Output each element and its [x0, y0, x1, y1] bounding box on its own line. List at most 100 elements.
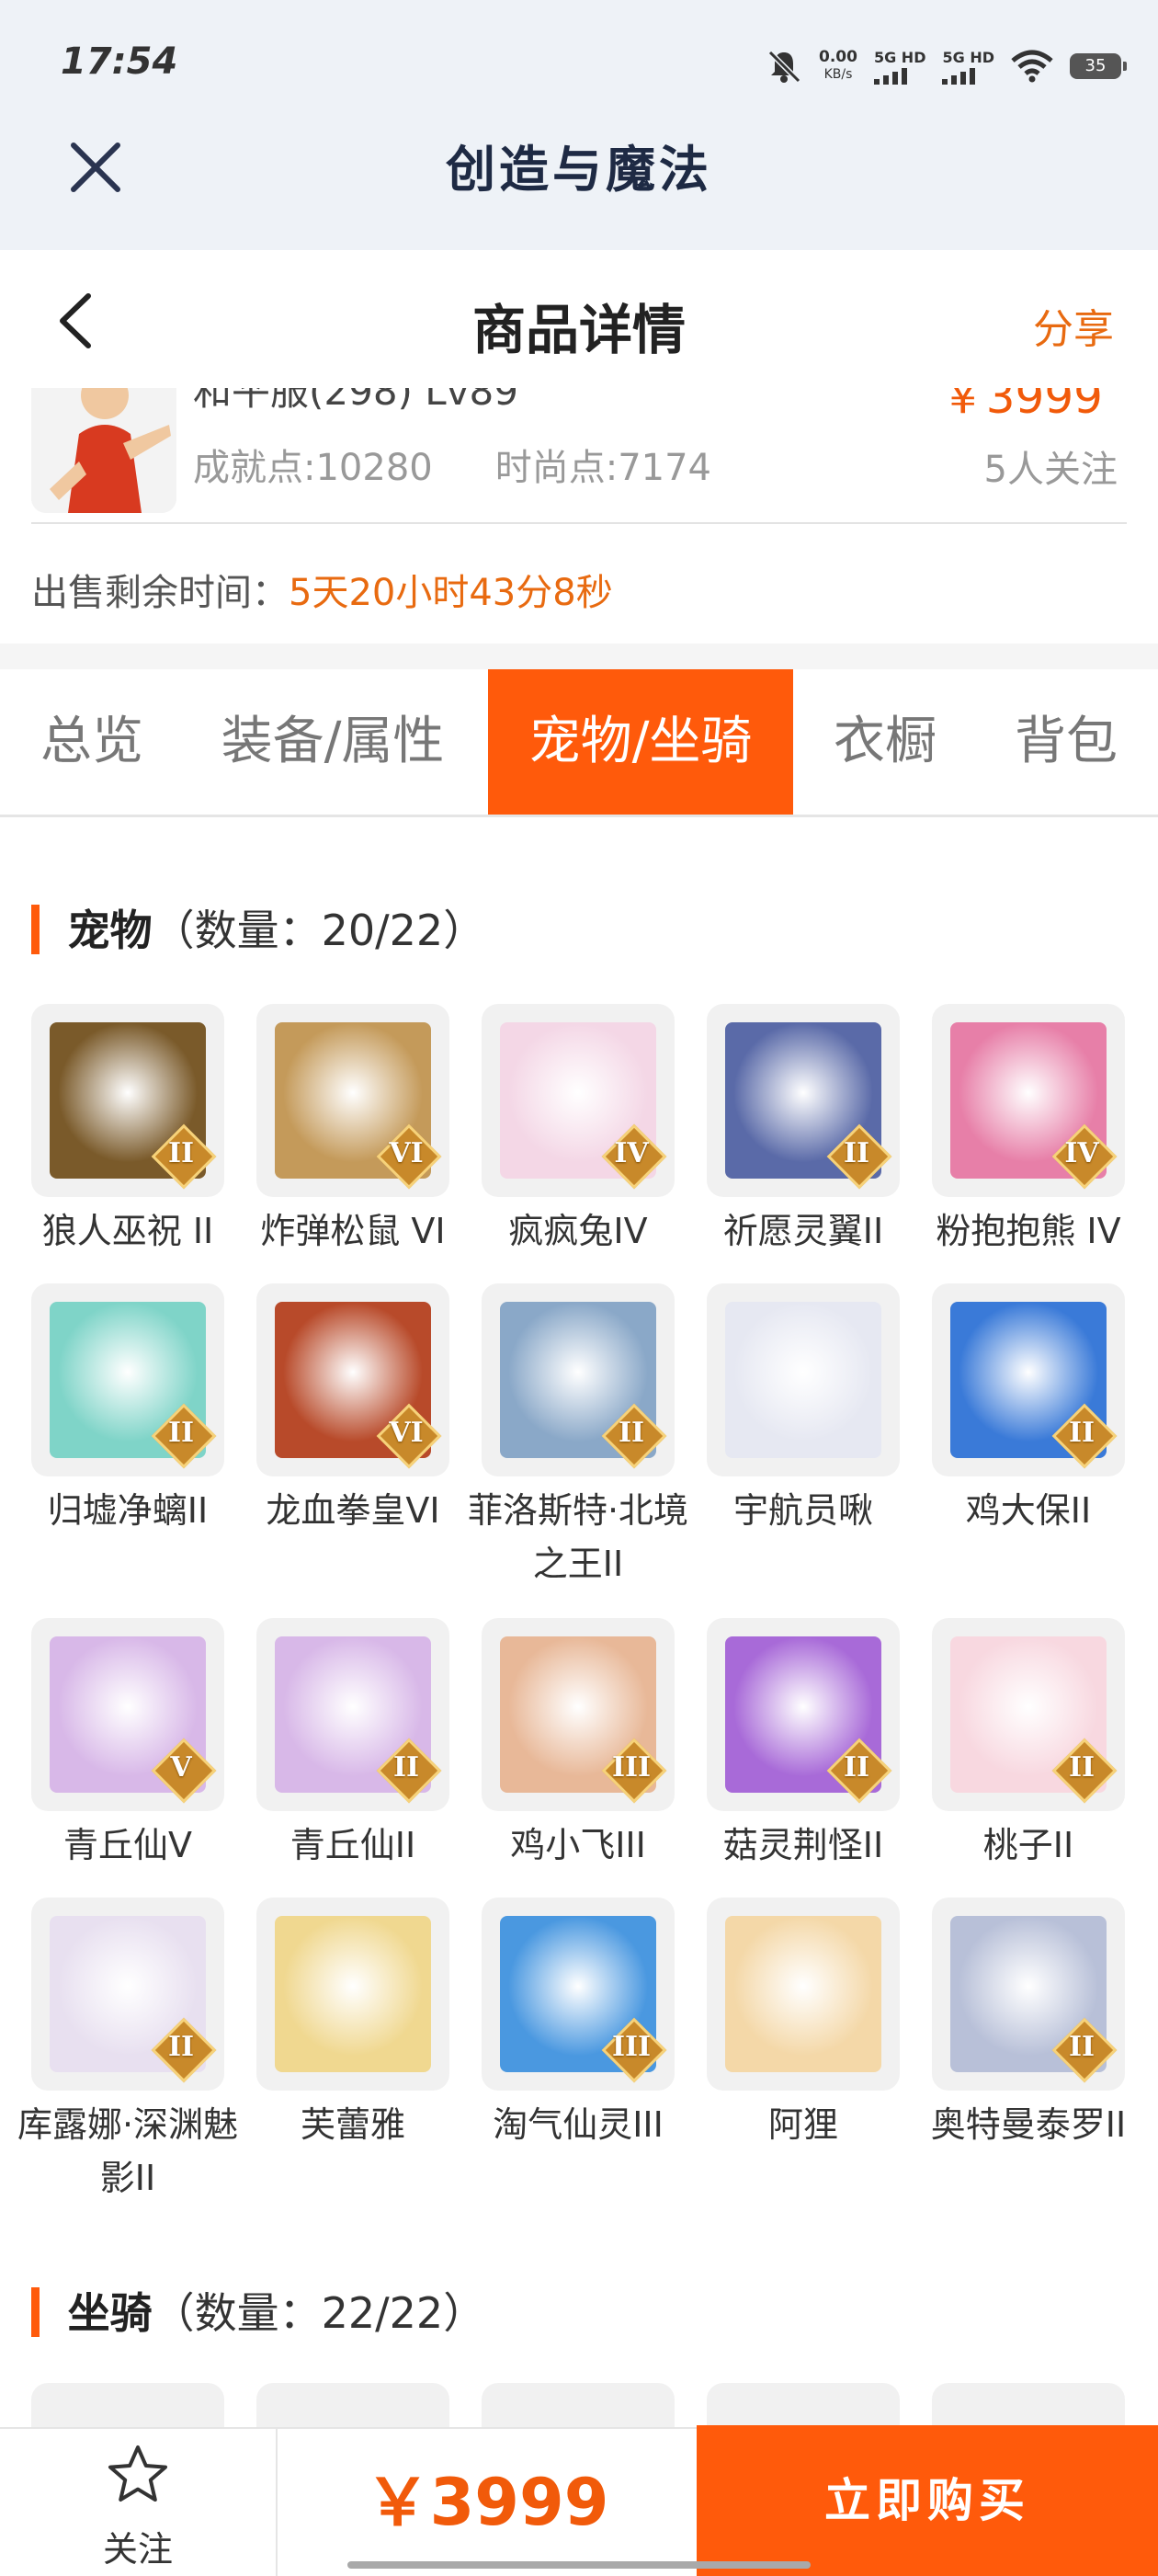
pet-name: 菲洛斯特·北境之王II — [467, 1490, 689, 1584]
pet-name: 龙血拳皇VI — [266, 1490, 440, 1531]
mount-card[interactable] — [256, 2383, 449, 2429]
buy-now-button[interactable]: 立即购买 — [697, 2425, 1158, 2576]
top-bar: 17:54 0.00 KB/s 5G HD 5G HD 35 创造与魔法 — [0, 0, 1158, 250]
pet-card[interactable]: VI — [256, 1283, 449, 1476]
app-title: 创造与魔法 — [446, 140, 712, 199]
pet-name: 芙蕾雅 — [300, 2104, 405, 2145]
pet-portrait — [725, 1916, 881, 2072]
pet-card[interactable]: V — [31, 1618, 224, 1811]
pet-card[interactable]: II — [256, 1618, 449, 1811]
pet-item[interactable]: II 鸡大保II — [932, 1283, 1125, 1537]
follow-button[interactable]: 关注 — [0, 2429, 278, 2576]
pet-card[interactable]: VI — [256, 1004, 449, 1197]
pet-item[interactable]: 芙蕾雅 — [256, 1898, 449, 2151]
level-badge: II — [151, 1123, 217, 1190]
product-name: 和平服(298) Lv89 — [193, 388, 518, 414]
signal-icon: 5G HD — [942, 49, 994, 85]
tab-pets-mounts[interactable]: 宠物/坐骑 — [488, 669, 793, 815]
star-icon — [108, 2445, 167, 2502]
pet-portrait — [725, 1302, 881, 1458]
level-badge: II — [1051, 1403, 1118, 1469]
pet-item[interactable]: II 库露娜·深渊魅影II — [17, 1898, 238, 2205]
pet-card[interactable]: II — [31, 1004, 224, 1197]
pet-card[interactable]: II — [482, 1283, 675, 1476]
product-price: ￥3999 — [939, 388, 1103, 424]
mounts-section-title: 坐骑（数量：22/22） — [31, 2280, 486, 2341]
tab-equipment[interactable]: 装备/属性 — [204, 669, 461, 815]
pet-name: 奥特曼泰罗II — [930, 2104, 1127, 2145]
pet-card[interactable]: III — [482, 1618, 675, 1811]
pet-item[interactable]: II 祈愿灵翼II — [707, 1004, 900, 1258]
level-badge: II — [376, 1738, 442, 1804]
pet-item[interactable]: 宇航员啾 — [707, 1283, 900, 1537]
pet-item[interactable]: IV 粉抱抱熊 IV — [932, 1004, 1125, 1258]
pet-name: 祈愿灵翼II — [722, 1211, 884, 1251]
pet-card[interactable]: II — [31, 1283, 224, 1476]
pet-item[interactable]: II 青丘仙II — [256, 1618, 449, 1872]
pet-card[interactable] — [707, 1898, 900, 2091]
pet-item[interactable]: II 奥特曼泰罗II — [931, 1898, 1126, 2151]
pet-card[interactable]: II — [932, 1283, 1125, 1476]
pet-item[interactable]: II 菲洛斯特·北境之王II — [468, 1283, 688, 1590]
pet-card[interactable]: II — [932, 1618, 1125, 1811]
level-badge: II — [151, 2017, 217, 2083]
follow-label: 关注 — [102, 2529, 173, 2570]
pet-item[interactable]: IV 疯疯兔IV — [482, 1004, 675, 1258]
pet-item[interactable]: II 狼人巫祝 II — [31, 1004, 224, 1258]
tab-overview[interactable]: 总览 — [18, 669, 165, 815]
pet-card[interactable]: II — [932, 1898, 1125, 2091]
tab-backpack[interactable]: 背包 — [993, 669, 1140, 815]
pet-name: 宇航员啾 — [732, 1490, 873, 1531]
level-badge: II — [151, 1403, 217, 1469]
home-indicator[interactable] — [347, 2561, 811, 2569]
pet-card[interactable]: IV — [932, 1004, 1125, 1197]
tab-wardrobe[interactable]: 衣橱 — [816, 669, 954, 815]
level-badge: V — [151, 1738, 217, 1804]
section-gap — [0, 644, 1158, 669]
pet-name: 归墟净螭II — [47, 1490, 209, 1531]
pet-card[interactable]: II — [31, 1898, 224, 2091]
pet-item[interactable]: II 菇灵荆怪II — [707, 1618, 900, 1872]
mount-card[interactable] — [707, 2383, 900, 2429]
pet-item[interactable]: III 鸡小飞III — [482, 1618, 675, 1872]
mount-card[interactable] — [31, 2383, 224, 2429]
pet-name: 炸弹松鼠 VI — [260, 1211, 446, 1251]
pet-name: 青丘仙V — [63, 1825, 192, 1865]
pet-card[interactable] — [256, 1898, 449, 2091]
mount-card[interactable] — [482, 2383, 675, 2429]
pet-item[interactable]: VI 炸弹松鼠 VI — [256, 1004, 449, 1258]
battery-icon: 35 — [1070, 53, 1127, 79]
signal-icon: 5G HD — [873, 49, 925, 85]
pet-name: 菇灵荆怪II — [722, 1825, 884, 1865]
pet-name: 阿狸 — [767, 2104, 838, 2145]
pet-name: 桃子II — [982, 1825, 1074, 1865]
pet-name: 库露娜·深渊魅影II — [17, 2104, 239, 2198]
divider — [31, 522, 1127, 524]
pet-item[interactable]: 阿狸 — [707, 1898, 900, 2151]
wifi-icon — [1011, 50, 1053, 83]
pet-name: 疯疯兔IV — [508, 1211, 648, 1251]
pet-name: 淘气仙灵III — [493, 2104, 664, 2145]
status-time: 17:54 — [61, 40, 178, 83]
pet-item[interactable]: II 归墟净螭II — [31, 1283, 224, 1537]
pet-card[interactable]: II — [707, 1618, 900, 1811]
bottom-price: ￥3999 — [365, 2465, 609, 2540]
share-button[interactable]: 分享 — [1033, 296, 1114, 355]
pet-card[interactable]: II — [707, 1004, 900, 1197]
pet-portrait — [275, 1916, 431, 2072]
pet-name: 鸡大保II — [965, 1490, 1092, 1531]
fashion-points: 时尚点:7174 — [494, 447, 712, 489]
pet-name: 青丘仙II — [290, 1825, 416, 1865]
sale-remaining-time: 出售剩余时间：5天20小时43分8秒 — [31, 572, 613, 614]
level-badge: II — [1051, 1738, 1118, 1804]
followers-count: 5人关注 — [983, 449, 1118, 491]
pet-item[interactable]: III 淘气仙灵III — [482, 1898, 675, 2151]
pet-item[interactable]: II 桃子II — [932, 1618, 1125, 1872]
level-badge: II — [601, 1403, 667, 1469]
pet-item[interactable]: VI 龙血拳皇VI — [256, 1283, 449, 1537]
pet-item[interactable]: V 青丘仙V — [31, 1618, 224, 1872]
pet-card[interactable]: IV — [482, 1004, 675, 1197]
pet-card[interactable] — [707, 1283, 900, 1476]
pet-card[interactable]: III — [482, 1898, 675, 2091]
mount-card[interactable] — [932, 2383, 1125, 2429]
